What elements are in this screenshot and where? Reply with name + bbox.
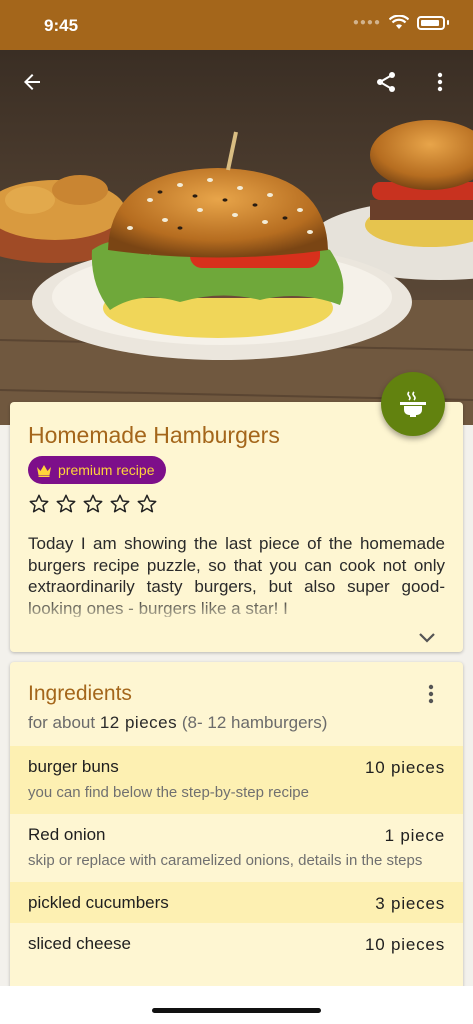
bottom-safe-area	[0, 986, 473, 1024]
cellular-signal-icon: ●●●●	[352, 17, 381, 28]
ingredient-row[interactable]: burger buns 10 pieces you can find below…	[10, 746, 463, 814]
ingredient-row[interactable]: sliced cheese 10 pieces	[10, 923, 463, 964]
premium-badge-label: premium recipe	[58, 462, 155, 478]
ingredient-note: you can find below the step-by-step reci…	[28, 784, 309, 801]
chevron-down-icon[interactable]	[418, 630, 436, 644]
ingredient-quantity: 3 pieces	[375, 894, 445, 913]
servings-amount: 12 pieces	[99, 713, 178, 732]
status-time: 9:45	[44, 16, 79, 35]
ingredient-name: Red onion	[28, 825, 106, 844]
recipe-summary-card: Homemade Hamburgers premium recipe Today…	[10, 402, 463, 652]
ingredient-quantity: 1 piece	[384, 826, 445, 845]
star-outline-icon[interactable]	[109, 493, 131, 515]
wifi-icon	[389, 15, 409, 29]
star-outline-icon[interactable]	[82, 493, 104, 515]
ingredient-row[interactable]: Red onion 1 piece skip or replace with c…	[10, 814, 463, 882]
ingredient-list: burger buns 10 pieces you can find below…	[10, 746, 463, 964]
more-vertical-icon[interactable]	[428, 70, 452, 94]
home-indicator[interactable]	[152, 1008, 321, 1013]
star-outline-icon[interactable]	[136, 493, 158, 515]
share-icon[interactable]	[374, 70, 398, 94]
ingredient-note: skip or replace with caramelized onions,…	[28, 852, 423, 869]
burger-photo	[0, 50, 473, 425]
ingredient-row[interactable]: pickled cucumbers 3 pieces	[10, 882, 463, 923]
servings-line[interactable]: for about 12 pieces (8- 12 hamburgers)	[28, 713, 327, 733]
cooking-pot-icon	[400, 391, 426, 417]
crown-icon	[37, 464, 51, 477]
ingredient-quantity: 10 pieces	[365, 758, 445, 777]
status-bar: 9:45 ●●●●	[0, 0, 473, 50]
status-icons: ●●●●	[353, 15, 449, 30]
premium-badge: premium recipe	[28, 456, 167, 484]
recipe-hero-image	[0, 50, 473, 425]
more-vertical-icon[interactable]	[421, 682, 441, 706]
star-outline-icon[interactable]	[28, 493, 50, 515]
ingredients-card: Ingredients for about 12 pieces (8- 12 h…	[10, 662, 463, 992]
star-outline-icon[interactable]	[55, 493, 77, 515]
start-cooking-fab[interactable]	[381, 372, 445, 436]
back-arrow-icon[interactable]	[20, 70, 44, 94]
rating-stars[interactable]	[28, 493, 158, 515]
ingredients-title: Ingredients	[28, 682, 132, 705]
recipe-title: Homemade Hamburgers	[28, 422, 280, 448]
ingredient-quantity: 10 pieces	[365, 935, 445, 954]
battery-icon	[417, 15, 445, 30]
